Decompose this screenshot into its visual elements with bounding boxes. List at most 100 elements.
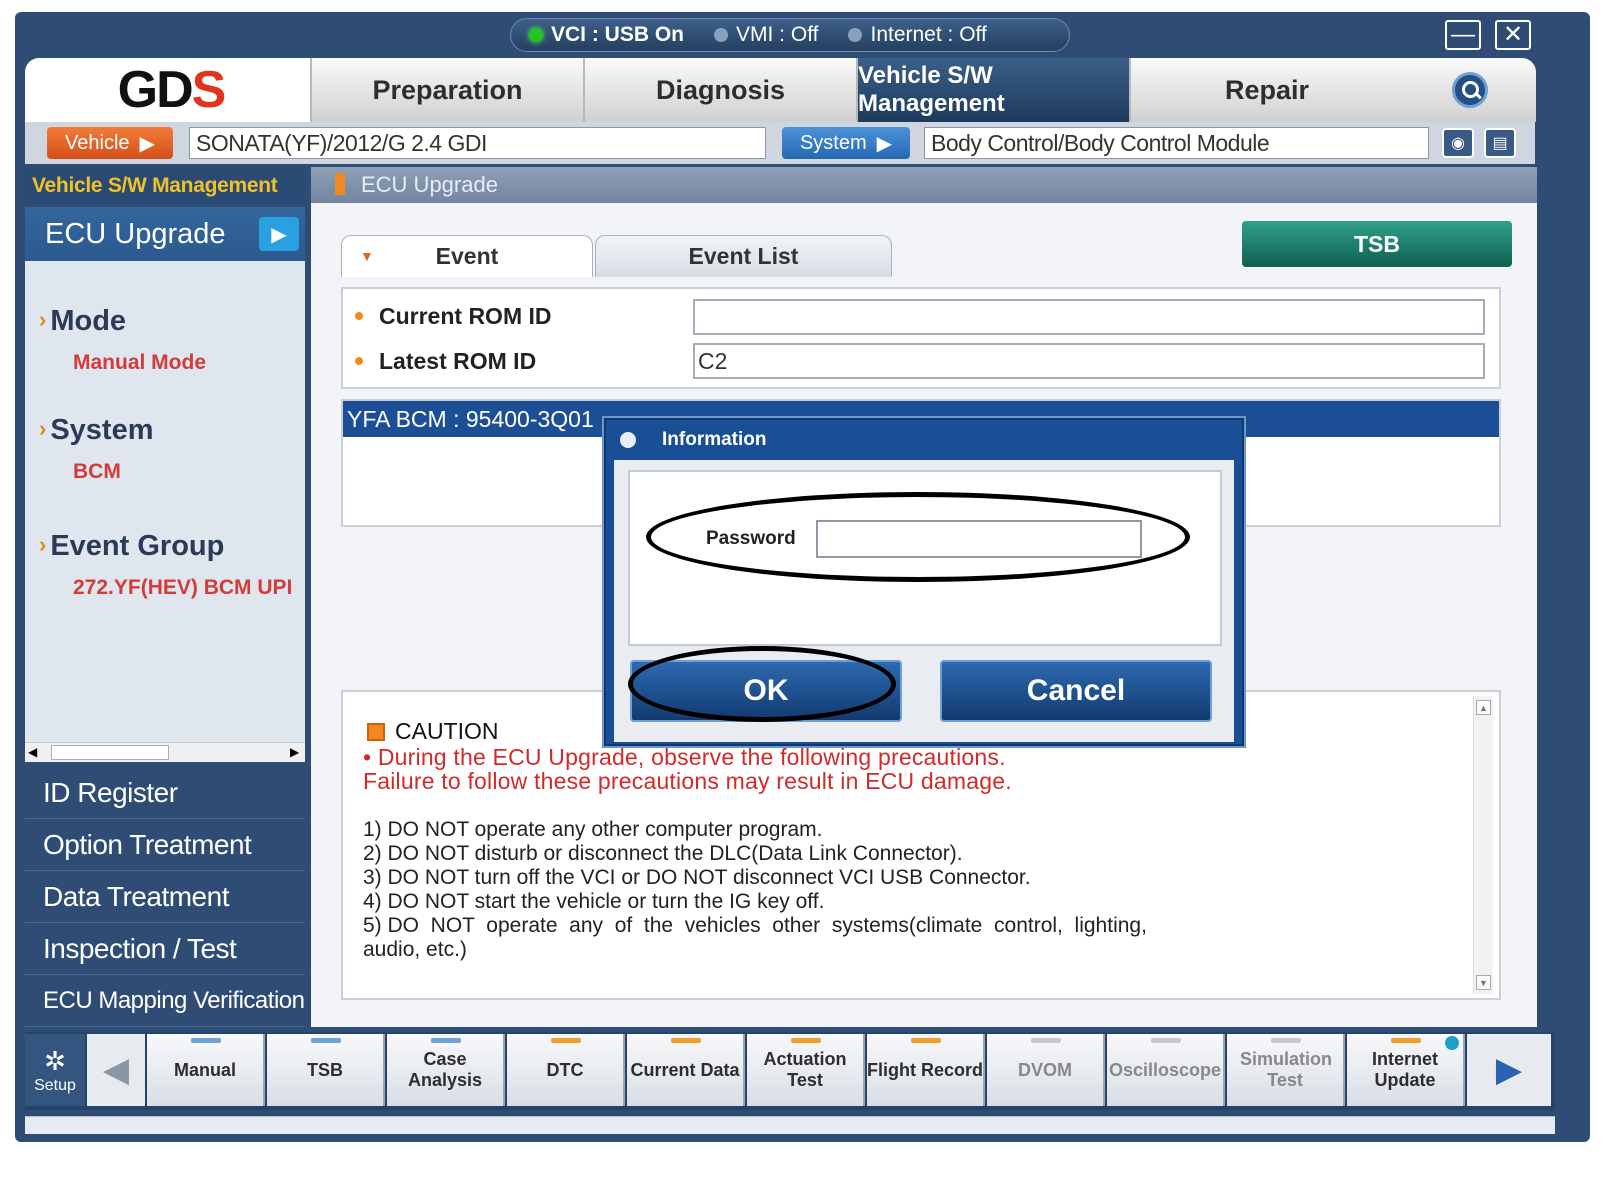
mode-heading: Mode	[39, 305, 126, 338]
caution-vertical-scrollbar[interactable]: ▲ ▼	[1473, 696, 1493, 994]
system-heading: System	[39, 414, 153, 447]
sidebar-item-ecu-mapping-verification[interactable]: ECU Mapping Verification	[25, 975, 305, 1027]
system-button[interactable]: System ▶	[782, 127, 910, 159]
sidebar-details-panel: Mode Manual Mode System BCM Event Group …	[25, 261, 305, 757]
tab-label: Vehicle S/W Management	[858, 62, 1005, 117]
logo-text: GD	[117, 61, 194, 119]
notification-badge-icon	[1445, 1036, 1459, 1050]
toolbar-simulation-test-button[interactable]: Simulation Test	[1227, 1034, 1345, 1106]
report-button[interactable]: ▤	[1484, 128, 1516, 158]
caret-down-icon: ▼	[360, 248, 374, 264]
content-header: ECU Upgrade	[311, 167, 1537, 203]
search-button[interactable]	[1403, 58, 1536, 122]
toolbar-case-analysis-button[interactable]: Case Analysis	[387, 1034, 505, 1106]
tsb-button[interactable]: TSB	[1242, 221, 1512, 267]
system-value: BCM	[73, 460, 121, 483]
tsb-button-label: TSB	[1354, 230, 1400, 257]
sidebar-item-ecu-upgrade[interactable]: ECU Upgrade ▶	[25, 207, 305, 261]
cancel-button[interactable]: Cancel	[940, 660, 1212, 722]
mode-value: Manual Mode	[73, 351, 207, 374]
tab-preparation[interactable]: Preparation	[310, 58, 583, 122]
sidebar-item-option-treatment[interactable]: Option Treatment	[25, 819, 305, 871]
connection-status-bar: VCI : USB On VMI : Off Internet : Off	[510, 18, 1070, 52]
toolbar-next-button[interactable]: ▶	[1467, 1034, 1551, 1106]
password-label: Password	[706, 528, 796, 549]
indicator-bar	[1151, 1038, 1181, 1043]
caution-step-5-cont: audio, etc.)	[363, 938, 467, 961]
scroll-right-icon[interactable]: ▶	[290, 745, 299, 759]
internet-led-icon	[848, 28, 863, 42]
tab-vehicle-sw-management[interactable]: Vehicle S/W Management	[856, 58, 1129, 122]
vehicle-button[interactable]: Vehicle ▶	[47, 127, 173, 159]
information-dialog: Information Password OK Cancel	[604, 418, 1244, 746]
arrow-right-icon: ▶	[1495, 1051, 1523, 1089]
indicator-bar	[1031, 1038, 1061, 1043]
internet-status: Internet : Off	[848, 23, 987, 47]
tab-diagnosis[interactable]: Diagnosis	[583, 58, 856, 122]
tab-label: Diagnosis	[655, 74, 786, 105]
tab-event-list[interactable]: Event List	[595, 235, 892, 277]
content-header-text: ECU Upgrade	[361, 172, 498, 197]
info-icon	[620, 432, 636, 448]
toolbar-dtc-button[interactable]: DTC	[507, 1034, 625, 1106]
indicator-bar	[191, 1038, 221, 1043]
scroll-left-icon[interactable]: ◀	[28, 745, 37, 759]
indicator-bar	[671, 1038, 701, 1043]
tab-event[interactable]: ▼ Event	[341, 235, 593, 277]
toolbar-oscilloscope-button[interactable]: Oscilloscope	[1107, 1034, 1225, 1106]
sidebar-horizontal-scrollbar[interactable]: ◀ ▶	[25, 742, 305, 762]
scroll-up-icon[interactable]: ▲	[1476, 700, 1491, 715]
sidebar-item-inspection-test[interactable]: Inspection / Test	[25, 923, 305, 975]
system-button-label: System	[799, 131, 867, 154]
system-value: Body Control/Body Control Module	[931, 129, 1270, 156]
search-icon	[1451, 72, 1488, 108]
toolbar-flight-record-button[interactable]: Flight Record	[867, 1034, 985, 1106]
vci-status-text: VCI : USB On	[551, 23, 685, 46]
indicator-bar	[1391, 1038, 1421, 1043]
toolbar-internet-update-button[interactable]: Internet Update	[1347, 1034, 1465, 1106]
password-input[interactable]	[816, 520, 1142, 558]
vehicle-value: SONATA(YF)/2012/G 2.4 GDI	[196, 129, 487, 156]
minimize-button[interactable]: —	[1445, 20, 1481, 50]
vmi-led-icon	[714, 28, 729, 42]
scroll-down-icon[interactable]: ▼	[1476, 975, 1491, 990]
setup-button[interactable]: ✲ Setup	[25, 1034, 85, 1106]
toolbar-actuation-test-button[interactable]: Actuation Test	[747, 1034, 865, 1106]
toolbar-tsb-button[interactable]: TSB	[267, 1034, 385, 1106]
dialog-title-bar: Information	[606, 420, 1242, 460]
toolbar-prev-button[interactable]: ◀	[87, 1034, 145, 1106]
chevron-right-icon: ▶	[139, 132, 155, 155]
event-group-heading: Event Group	[39, 530, 224, 563]
internet-status-text: Internet : Off	[870, 23, 987, 46]
toolbar-dvom-button[interactable]: DVOM	[987, 1034, 1105, 1106]
current-rom-label: Current ROM ID	[355, 303, 552, 330]
current-rom-field	[693, 299, 1485, 335]
vehicle-button-label: Vehicle	[65, 131, 130, 154]
dialog-title: Information	[662, 429, 767, 450]
indicator-bar	[311, 1038, 341, 1043]
setup-label: Setup	[34, 1076, 76, 1094]
close-icon: ✕	[1502, 21, 1524, 48]
close-button[interactable]: ✕	[1495, 20, 1531, 50]
sidebar-item-data-treatment[interactable]: Data Treatment	[25, 871, 305, 923]
tab-event-label: Event	[435, 243, 499, 269]
screenshot-button[interactable]: ◉	[1442, 128, 1474, 158]
warning-square-icon	[367, 722, 385, 741]
logo-text-accent: S	[191, 61, 227, 119]
caution-title-text: CAUTION	[395, 718, 499, 744]
document-icon: ▤	[1492, 135, 1508, 152]
cancel-button-label: Cancel	[1026, 674, 1126, 707]
toolbar-manual-button[interactable]: Manual	[147, 1034, 265, 1106]
system-field: Body Control/Body Control Module	[924, 127, 1429, 159]
scrollbar-thumb[interactable]	[51, 745, 169, 760]
tab-repair[interactable]: Repair	[1129, 58, 1403, 122]
sidebar-item-id-register[interactable]: ID Register	[25, 767, 305, 819]
caution-step-4: 4) DO NOT start the vehicle or turn the …	[363, 890, 825, 913]
indicator-bar	[1271, 1038, 1301, 1043]
indicator-bar	[431, 1038, 461, 1043]
caution-warning-line-2: Failure to follow these precautions may …	[363, 768, 1012, 794]
dialog-body: Password OK Cancel	[614, 460, 1234, 742]
toolbar-current-data-button[interactable]: Current Data	[627, 1034, 745, 1106]
tab-label: Preparation	[372, 74, 523, 105]
ok-button[interactable]: OK	[630, 660, 902, 722]
